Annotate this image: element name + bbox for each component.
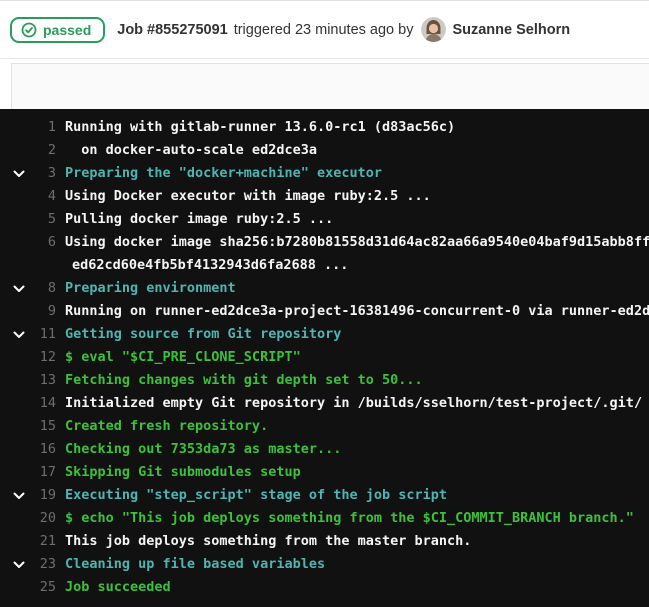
job-log: 1 Running with gitlab-runner 13.6.0-rc1 (…	[0, 109, 649, 607]
user-avatar[interactable]	[421, 17, 446, 42]
log-line: 13 Fetching changes with git depth set to…	[0, 369, 649, 392]
log-line: 6 Using docker image sha256:b7280b81558d3…	[0, 231, 649, 254]
log-line: 20 $ echo "This job deploys something fro…	[0, 507, 649, 530]
log-line-text: Checking out 7353da73 as master...	[65, 441, 341, 457]
check-circle-icon	[21, 22, 37, 38]
log-line-text[interactable]: Preparing environment	[65, 280, 236, 296]
log-line: 1 Running with gitlab-runner 13.6.0-rc1 (…	[0, 116, 649, 139]
log-line-text: Using docker image sha256:b7280b81558d31…	[65, 234, 649, 250]
log-line: 19 Executing "step_script" stage of the j…	[0, 484, 649, 507]
log-line-text[interactable]: Getting source from Git repository	[65, 326, 341, 342]
log-line-text: $ eval "$CI_PRE_CLONE_SCRIPT"	[65, 349, 301, 365]
log-line-number[interactable]: 4	[0, 185, 56, 208]
log-line-number[interactable]: 16	[0, 438, 56, 461]
log-line: 17 Skipping Git submodules setup	[0, 461, 649, 484]
log-line: 23 Cleaning up file based variables	[0, 553, 649, 576]
log-line-text: Initialized empty Git repository in /bui…	[65, 395, 642, 411]
log-line-number[interactable]: 17	[0, 461, 56, 484]
log-line-text: Fetching changes with git depth set to 5…	[65, 372, 423, 388]
log-line-text: ed62cd60e4fb5bf4132943d6fa2688 ...	[72, 257, 348, 273]
log-line-number[interactable]: 3	[0, 162, 56, 185]
log-line: 5 Pulling docker image ruby:2.5 ...	[0, 208, 649, 231]
log-line: 25 Job succeeded	[0, 576, 649, 599]
log-line: ed62cd60e4fb5bf4132943d6fa2688 ...	[0, 254, 649, 277]
job-page: passed Job #855275091 triggered 23 minut…	[0, 0, 649, 607]
log-line-text: Running on runner-ed2dce3a-project-16381…	[65, 303, 649, 319]
avatar-image	[421, 17, 446, 42]
log-line-text: Created fresh repository.	[65, 418, 268, 434]
log-line-number[interactable]: 21	[0, 530, 56, 553]
log-line-text: Skipping Git submodules setup	[65, 464, 301, 480]
status-badge[interactable]: passed	[10, 17, 105, 43]
log-line: 2 on docker-auto-scale ed2dce3a	[0, 139, 649, 162]
log-line: 21 This job deploys something from the ma…	[0, 530, 649, 553]
job-id: Job #855275091	[117, 22, 227, 38]
job-meta: Job #855275091 triggered 23 minutes ago …	[117, 17, 570, 42]
log-line-number[interactable]: 23	[0, 553, 56, 576]
job-trigger-text: triggered 23 minutes ago by	[234, 22, 414, 38]
log-line-number[interactable]: 9	[0, 300, 56, 323]
log-line-number[interactable]: 19	[0, 484, 56, 507]
log-line: 9 Running on runner-ed2dce3a-project-1638…	[0, 300, 649, 323]
log-line-text: Using Docker executor with image ruby:2.…	[65, 188, 431, 204]
log-line-number[interactable]: 11	[0, 323, 56, 346]
log-line-number[interactable]: 2	[0, 139, 56, 162]
status-badge-label: passed	[43, 22, 91, 38]
log-line-text[interactable]: Executing "step_script" stage of the job…	[65, 487, 447, 503]
log-line-text[interactable]: Cleaning up file based variables	[65, 556, 325, 572]
log-line-number[interactable]: 13	[0, 369, 56, 392]
log-line: 15 Created fresh repository.	[0, 415, 649, 438]
log-line-text: on docker-auto-scale ed2dce3a	[65, 142, 317, 158]
log-line: 11 Getting source from Git repository	[0, 323, 649, 346]
log-line-number[interactable]: 6	[0, 231, 56, 254]
log-line: 16 Checking out 7353da73 as master...	[0, 438, 649, 461]
log-line: 4 Using Docker executor with image ruby:2…	[0, 185, 649, 208]
log-line-number[interactable]: 15	[0, 415, 56, 438]
log-line: 12 $ eval "$CI_PRE_CLONE_SCRIPT"	[0, 346, 649, 369]
log-line-number[interactable]: 25	[0, 576, 56, 599]
log-line: 14 Initialized empty Git repository in /b…	[0, 392, 649, 415]
log-controls-panel	[11, 63, 649, 109]
log-line-number[interactable]: 20	[0, 507, 56, 530]
log-line-number[interactable]: 8	[0, 277, 56, 300]
log-line-text: Pulling docker image ruby:2.5 ...	[65, 211, 333, 227]
log-line-number[interactable]: 5	[0, 208, 56, 231]
user-name[interactable]: Suzanne Selhorn	[452, 22, 570, 38]
log-line-number[interactable]: 12	[0, 346, 56, 369]
log-line: 8 Preparing environment	[0, 277, 649, 300]
log-line: 3 Preparing the "docker+machine" executor	[0, 162, 649, 185]
log-line-text: This job deploys something from the mast…	[65, 533, 471, 549]
log-line-text: $ echo "This job deploys something from …	[65, 510, 634, 526]
log-line-number[interactable]: 1	[0, 116, 56, 139]
log-line-text: Running with gitlab-runner 13.6.0-rc1 (d…	[65, 119, 455, 135]
job-header: passed Job #855275091 triggered 23 minut…	[0, 0, 649, 59]
log-line-number[interactable]: 14	[0, 392, 56, 415]
log-line-text[interactable]: Preparing the "docker+machine" executor	[65, 165, 382, 181]
log-line-text: Job succeeded	[65, 579, 171, 595]
